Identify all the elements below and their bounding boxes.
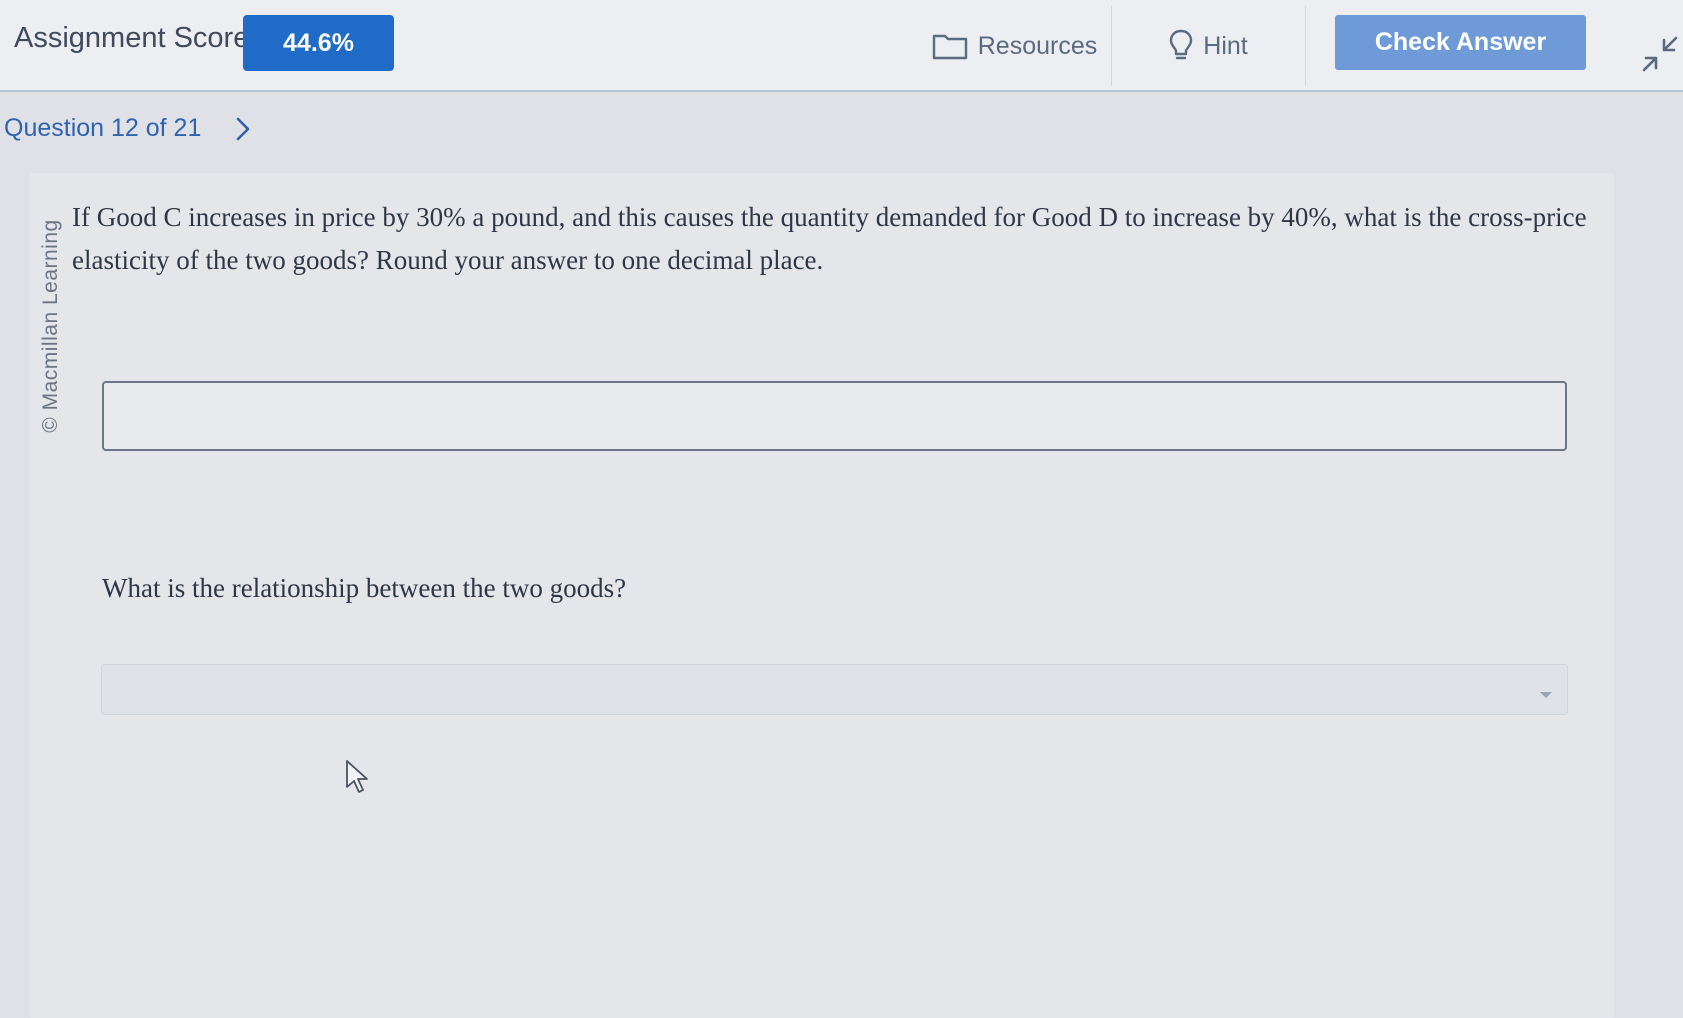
- hint-label: Hint: [1203, 31, 1248, 60]
- check-answer-button[interactable]: Check Answer: [1335, 15, 1586, 70]
- folder-icon: [932, 32, 968, 60]
- question-number-label[interactable]: Question 12 of 21: [4, 114, 201, 143]
- resources-label: Resources: [977, 31, 1098, 60]
- resources-button[interactable]: Resources: [918, 6, 1112, 86]
- hint-button[interactable]: Hint: [1112, 6, 1306, 86]
- assignment-toolbar: Assignment Score: 44.6% Resources Hint C…: [0, 0, 1683, 92]
- watermark-text: © Macmillan Learning: [39, 219, 62, 433]
- relationship-question-text: What is the relationship between the two…: [102, 573, 627, 603]
- question-text: If Good C increases in price by 30% a po…: [72, 202, 1587, 275]
- relationship-dropdown[interactable]: [101, 664, 1568, 715]
- mouse-pointer-icon: [345, 759, 371, 800]
- lightbulb-icon: [1169, 29, 1193, 63]
- caret-down-icon: [1539, 686, 1553, 704]
- elasticity-answer-input[interactable]: [102, 381, 1567, 451]
- chevron-right-icon[interactable]: [235, 116, 251, 142]
- assignment-score-badge: 44.6%: [243, 15, 394, 71]
- question-navigation: Question 12 of 21: [4, 114, 251, 143]
- assignment-score-label: Assignment Score:: [14, 22, 258, 54]
- collapse-arrows-icon[interactable]: [1640, 34, 1680, 74]
- copyright-watermark: © Macmillan Learning: [36, 208, 66, 444]
